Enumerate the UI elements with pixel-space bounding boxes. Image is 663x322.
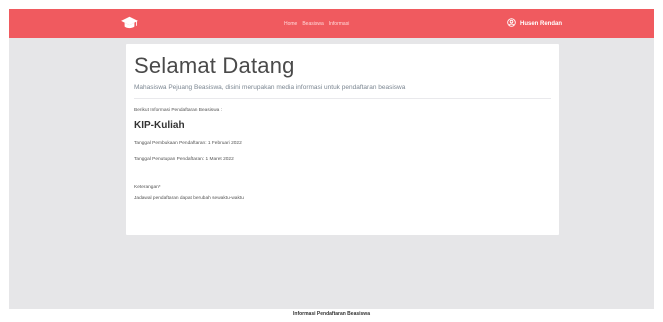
divider bbox=[134, 98, 551, 99]
welcome-card: Selamat Datang Mahasiswa Pejuang Beasisw… bbox=[126, 44, 559, 235]
nav-beasiswa-link[interactable]: Beasiswa bbox=[302, 21, 323, 27]
page-title: Selamat Datang bbox=[134, 53, 295, 78]
close-date: Tanggal Penutupan Pendaftaran: 1 Maret 2… bbox=[134, 157, 234, 162]
user-circle-icon bbox=[507, 18, 516, 29]
graduation-cap-icon[interactable] bbox=[121, 16, 138, 30]
nav-home-link[interactable]: Home bbox=[284, 21, 297, 27]
note-label: Keterangan* bbox=[134, 185, 161, 190]
page-subtitle: Mahasiswa Pejuang Beasiswa, disini merup… bbox=[134, 84, 406, 91]
user-menu[interactable]: Husen Rendan bbox=[507, 9, 562, 38]
note-text: Jadawal pendaftaran dapat berubah sewakt… bbox=[134, 196, 244, 201]
navbar: Home Beasiswa Informasi Husen Rendan bbox=[9, 9, 654, 38]
app-frame: Home Beasiswa Informasi Husen Rendan Sel… bbox=[9, 9, 654, 309]
footer-text: Informasi Pendaftaran Beasiswa bbox=[293, 311, 370, 317]
nav-informasi-link[interactable]: Informasi bbox=[329, 21, 350, 27]
program-name: KIP-Kuliah bbox=[134, 120, 185, 131]
user-name: Husen Rendan bbox=[520, 20, 563, 27]
info-intro: Berikut Informasi Pendaftaran Beasiswa : bbox=[134, 108, 222, 113]
open-date: Tanggal Pembukaan Pendaftaran: 1 Februar… bbox=[134, 141, 242, 146]
nav-links: Home Beasiswa Informasi bbox=[284, 9, 349, 38]
